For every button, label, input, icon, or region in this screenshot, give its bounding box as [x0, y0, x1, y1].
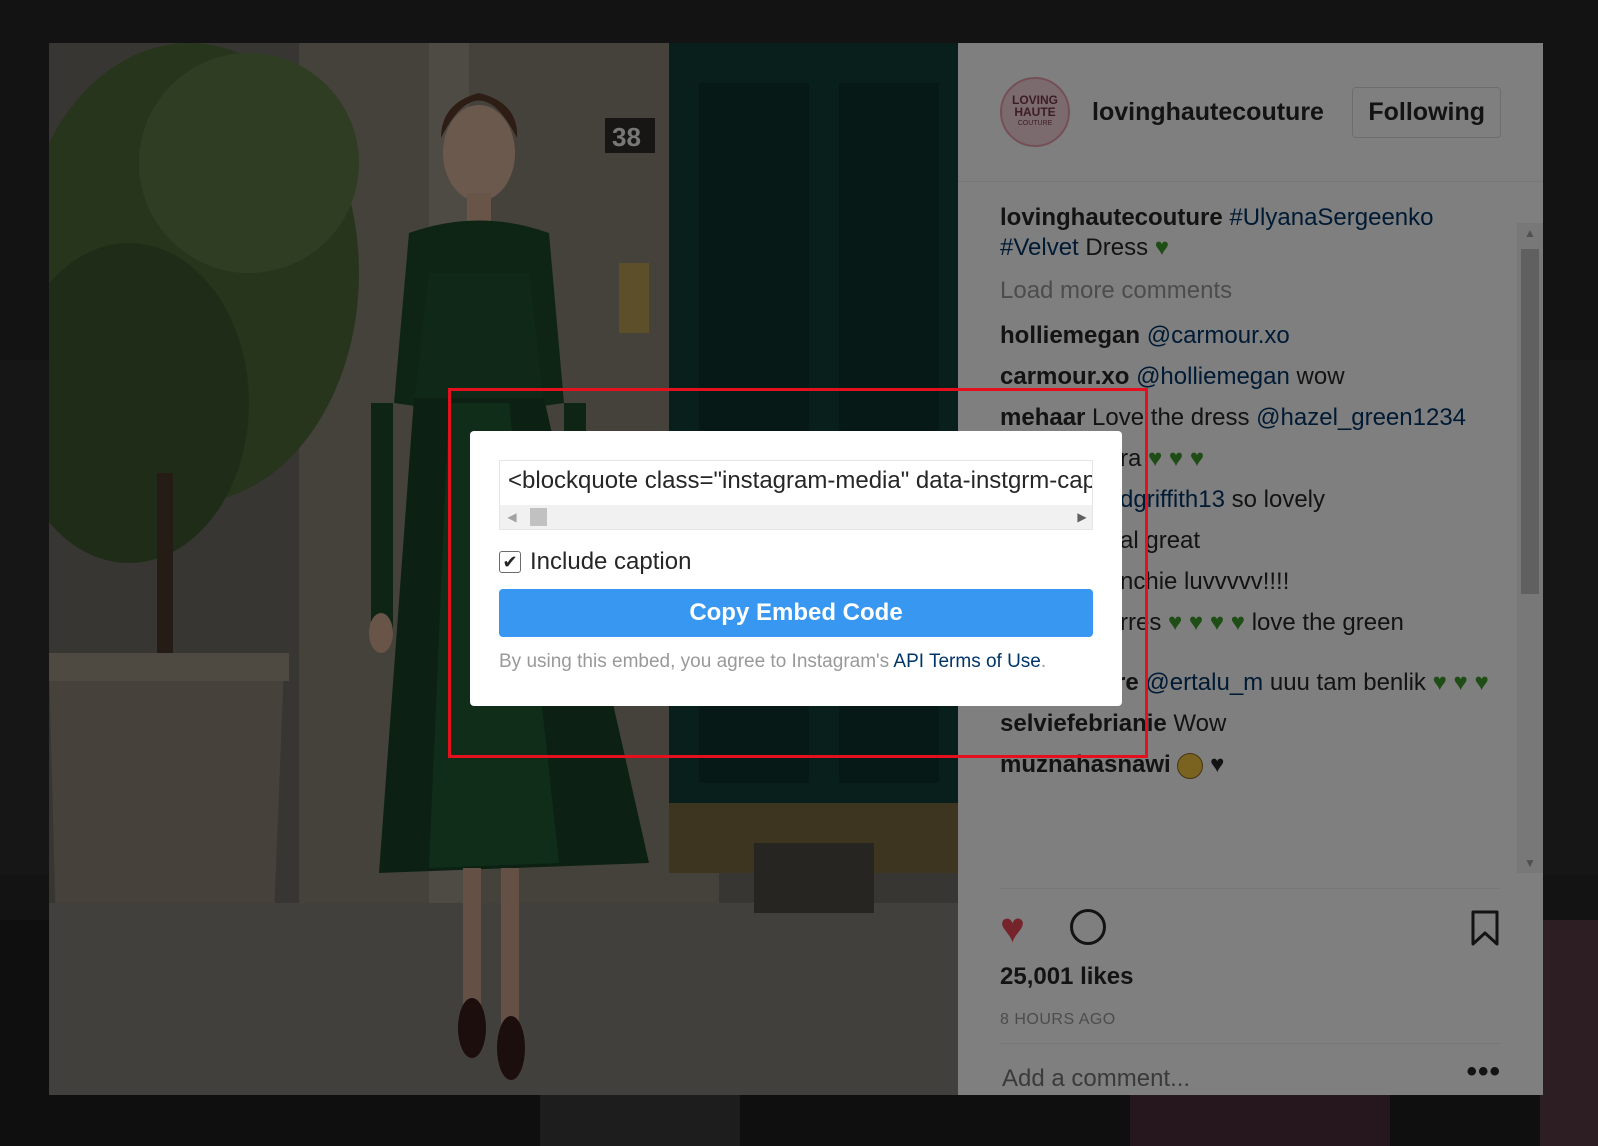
- include-caption-label[interactable]: Include caption: [530, 548, 691, 576]
- terms-text: .: [1040, 651, 1047, 672]
- api-terms-link[interactable]: API Terms of Use: [893, 651, 1040, 672]
- scroll-arrow-icon[interactable]: ◀: [500, 505, 524, 529]
- include-caption-row: ✔ Include caption: [499, 547, 1093, 577]
- copy-embed-code-button[interactable]: Copy Embed Code: [499, 589, 1093, 637]
- check-icon: ✔: [502, 551, 518, 572]
- terms-text: By using this embed, you agree to Instag…: [499, 651, 894, 672]
- embed-code-scrollbar[interactable]: ◀ ▶: [500, 505, 1092, 529]
- embed-code-text[interactable]: <blockquote class="instagram-media" data…: [508, 467, 1092, 495]
- scroll-arrow-icon[interactable]: ▶: [1070, 505, 1092, 529]
- scroll-thumb[interactable]: [530, 508, 547, 526]
- embed-terms-text: By using this embed, you agree to Instag…: [499, 651, 1093, 673]
- embed-dialog: <blockquote class="instagram-media" data…: [470, 431, 1122, 706]
- include-caption-checkbox[interactable]: ✔: [499, 551, 521, 573]
- embed-code-field[interactable]: <blockquote class="instagram-media" data…: [499, 460, 1093, 530]
